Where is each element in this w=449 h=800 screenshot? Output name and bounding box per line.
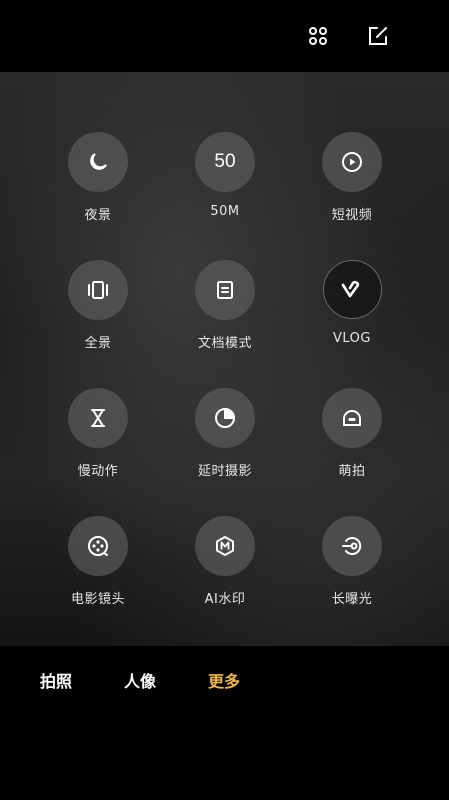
mode-cute[interactable]: 萌拍 — [292, 388, 412, 479]
film-reel-icon — [68, 516, 128, 576]
mode-vlog[interactable]: VLOG — [292, 260, 412, 346]
cute-icon — [322, 388, 382, 448]
mode-long-exposure[interactable]: 长曝光 — [292, 516, 412, 607]
mode-label: 短视频 — [331, 208, 373, 223]
mode-label: 文档模式 — [197, 336, 252, 351]
mode-label: VLOG — [333, 331, 371, 346]
moon-icon — [68, 132, 128, 192]
hourglass-icon — [68, 388, 128, 448]
bottom-mode-bar: 拍照 人像 更多 — [0, 646, 449, 800]
mode-slow-motion[interactable]: 慢动作 — [38, 388, 158, 479]
play-icon — [322, 132, 382, 192]
tab-more[interactable]: 更多 — [208, 668, 240, 692]
50m-icon: 50 — [195, 132, 255, 192]
mode-label: 萌拍 — [338, 464, 366, 479]
mode-grid: 夜景 50 50M 短视频 全景 文档模式 VLOG 慢动作 延时摄影 萌拍 电… — [0, 72, 449, 646]
long-exposure-icon — [322, 516, 382, 576]
document-icon — [195, 260, 255, 320]
mode-label: 慢动作 — [77, 464, 119, 479]
mode-night[interactable]: 夜景 — [38, 132, 158, 223]
mode-panorama[interactable]: 全景 — [38, 260, 158, 351]
grid-dots-icon[interactable] — [306, 24, 330, 48]
top-bar — [0, 0, 449, 72]
mode-label: 延时摄影 — [197, 464, 252, 479]
mode-document[interactable]: 文档模式 — [165, 260, 285, 351]
mode-timelapse[interactable]: 延时摄影 — [165, 388, 285, 479]
mode-short-video[interactable]: 短视频 — [292, 132, 412, 223]
mode-label: 全景 — [84, 336, 112, 351]
tab-photo[interactable]: 拍照 — [40, 668, 72, 692]
mode-label: 50M — [210, 204, 240, 219]
ai-watermark-icon — [195, 516, 255, 576]
mode-ai-watermark[interactable]: AI水印 — [165, 516, 285, 607]
mode-movie-lens[interactable]: 电影镜头 — [38, 516, 158, 607]
mode-label: 夜景 — [84, 208, 112, 223]
panorama-icon — [68, 260, 128, 320]
mode-label: AI水印 — [204, 592, 246, 607]
timelapse-icon — [195, 388, 255, 448]
vlog-icon — [322, 260, 382, 319]
mode-label: 长曝光 — [331, 592, 373, 607]
50m-number: 50 — [214, 151, 236, 172]
mode-label: 电影镜头 — [70, 592, 125, 607]
mode-50m[interactable]: 50 50M — [165, 132, 285, 219]
edit-icon[interactable] — [366, 24, 390, 48]
tab-portrait[interactable]: 人像 — [124, 668, 156, 692]
